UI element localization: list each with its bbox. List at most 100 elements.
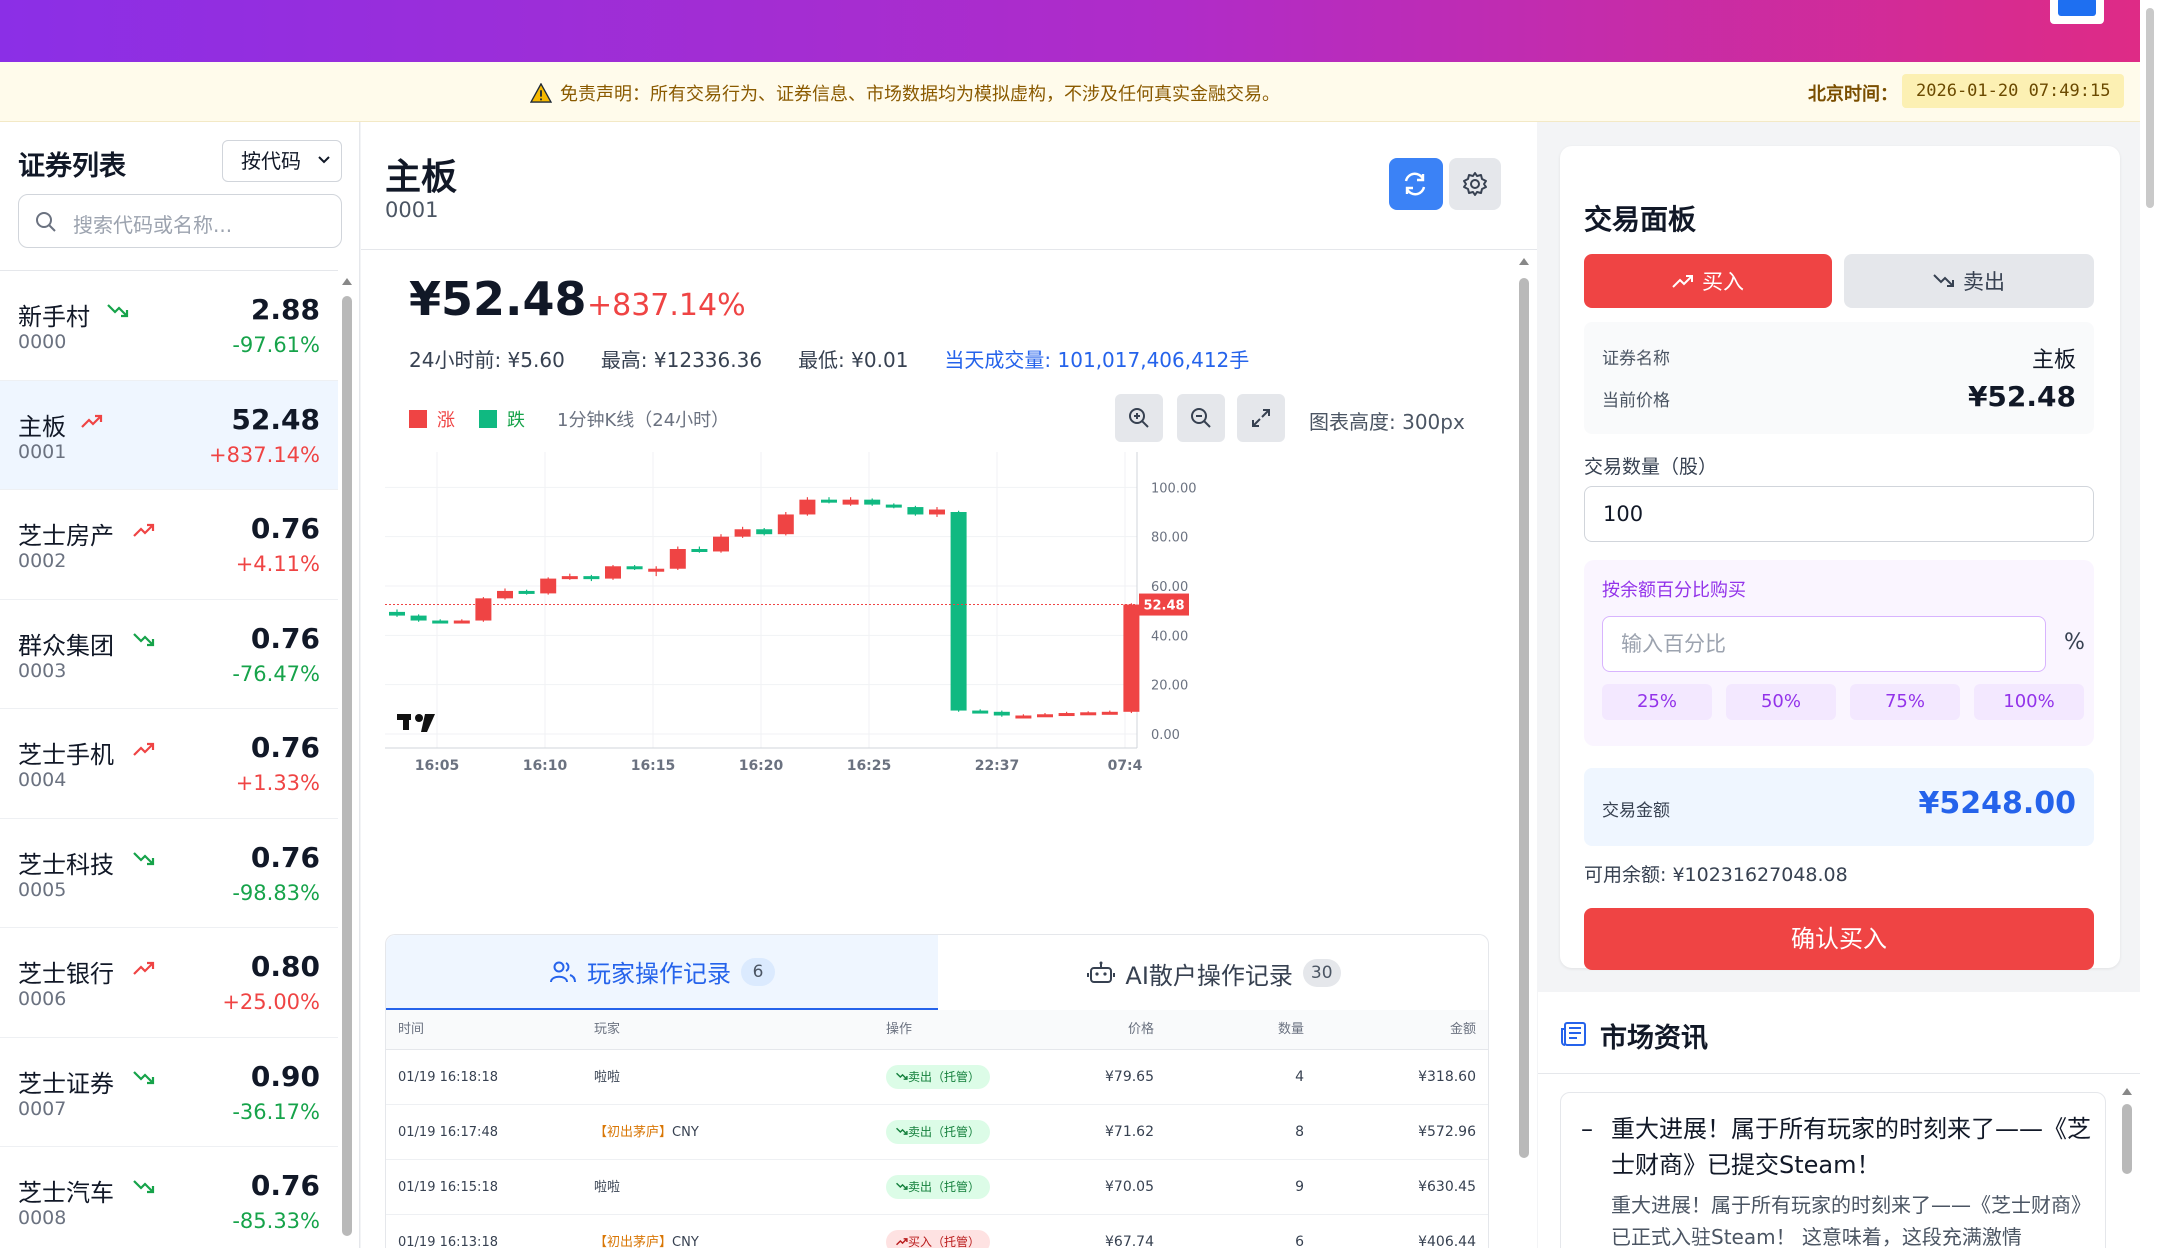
player-name: CNY [672, 1125, 699, 1140]
chart-panel-scrollbar[interactable] [1517, 258, 1531, 1158]
record-time: 01/19 16:15:18 [398, 1180, 498, 1195]
sort-select-value: 按代码 [241, 149, 301, 173]
chart-legend: 涨 跌 1分钟K线（24小时） [409, 406, 729, 432]
stock-change: -76.47% [232, 661, 320, 686]
percent-75-button[interactable]: 75% [1850, 684, 1960, 720]
tab-ai-records-label: AI散户操作记录 [1125, 961, 1293, 990]
stock-code: 0005 [18, 878, 67, 901]
scroll-up-arrow[interactable] [1519, 258, 1529, 265]
sort-select[interactable]: 按代码 [222, 140, 342, 182]
record-price: ¥79.65 [1105, 1069, 1154, 1085]
trending-down-icon [1933, 274, 1954, 287]
header-price: 价格 [1127, 1022, 1154, 1037]
search-input[interactable]: 搜索代码或名称... [18, 194, 342, 248]
corner-app-button[interactable] [2050, 0, 2104, 24]
stock-list-panel: 证券列表 按代码 搜索代码或名称... 新手村 0000 2.88 -97.61% 主板… [0, 122, 360, 1248]
record-price: ¥67.74 [1105, 1234, 1154, 1248]
news-item[interactable]: – 重大进展！属于所有玩家的时刻来了——《芝士财商》已提交Steam！ 重大进展… [1560, 1092, 2106, 1248]
buy-tab-button[interactable]: 买入 [1584, 254, 1832, 308]
sell-tab-button[interactable]: 卖出 [1844, 254, 2094, 308]
stock-item-0001[interactable]: 主板 0001 52.48 +837.14% [0, 380, 338, 490]
legend-down-label: 跌 [507, 410, 525, 431]
stock-item-0008[interactable]: 芝士汽车 0008 0.76 -85.33% [0, 1147, 338, 1248]
candlestick-chart[interactable]: 0.0020.0040.0060.0080.00100.00120.0016:0… [385, 452, 1485, 922]
percent-input[interactable]: 输入百分比 [1602, 616, 2046, 672]
users-icon [550, 961, 576, 982]
tab-ai-records-count: 30 [1302, 959, 1341, 987]
stock-code: 0003 [18, 659, 67, 682]
stock-name: 芝士手机 [18, 741, 114, 769]
zoom-in-button[interactable] [1115, 394, 1163, 442]
trending-down-icon [133, 1180, 155, 1194]
percent-buy-label: 按余额百分比购买 [1602, 580, 1746, 601]
stock-price: 0.90 [250, 1059, 320, 1093]
stock-price: 0.76 [250, 512, 320, 545]
search-placeholder: 搜索代码或名称... [73, 213, 233, 237]
operation-badge: 卖出（托管） [886, 1175, 991, 1199]
percent-100-button[interactable]: 100% [1974, 684, 2084, 720]
scroll-up-arrow[interactable] [342, 278, 352, 285]
trade-panel: 交易面板 买入 卖出 证券名称 主板 当前价格 ¥52.48 交易数量（股） 1… [1560, 146, 2120, 970]
news-scrollbar[interactable] [2120, 1088, 2134, 1248]
player-title-prefix: 【初出茅庐】 [594, 1235, 673, 1248]
candle [518, 590, 535, 594]
candle [1123, 604, 1140, 712]
stock-code: 0001 [18, 440, 67, 463]
stock-list-title: 证券列表 [18, 151, 126, 182]
percent-25-button[interactable]: 25% [1602, 684, 1712, 720]
stock-list: 新手村 0000 2.88 -97.61% 主板 0001 52.48 +837.14% 芝士房… [0, 270, 338, 1248]
zoom-out-icon [1191, 408, 1211, 428]
stock-price: 0.76 [250, 1169, 320, 1202]
tab-player-records-count: 6 [741, 957, 775, 986]
candle [864, 499, 881, 505]
stock-list-scrollbar-thumb[interactable] [342, 296, 352, 1236]
trending-up-icon [81, 414, 103, 428]
stock-item-0002[interactable]: 芝士房产 0002 0.76 +4.11% [0, 490, 338, 600]
daily-volume: 当天成交量: 101,017,406,412手 [944, 348, 1250, 372]
settings-button[interactable] [1449, 158, 1501, 210]
candle [691, 549, 708, 552]
stock-item-0003[interactable]: 群众集团 0003 0.76 -76.47% [0, 600, 338, 709]
fullscreen-button[interactable] [1237, 394, 1285, 442]
candle [821, 499, 837, 503]
scroll-up-arrow[interactable] [2122, 1088, 2132, 1095]
zoom-out-button[interactable] [1177, 394, 1225, 442]
header-time: 时间 [398, 1022, 425, 1037]
candle [929, 509, 945, 515]
header-operation: 操作 [886, 1022, 913, 1037]
chart-panel-scrollbar-thumb[interactable] [1519, 278, 1529, 1158]
percent-50-button[interactable]: 50% [1726, 684, 1836, 720]
tab-ai-records[interactable]: AI散户操作记录 30 [938, 935, 1490, 1011]
quantity-input[interactable]: 100 [1584, 486, 2094, 542]
header-quantity: 数量 [1277, 1022, 1304, 1037]
y-tick-label: 100.00 [1151, 481, 1197, 496]
refresh-button[interactable] [1389, 158, 1443, 210]
stock-item-0006[interactable]: 芝士银行 0006 0.80 +25.00% [0, 928, 338, 1038]
stock-list-scrollbar[interactable] [340, 278, 354, 1248]
stock-item-0000[interactable]: 新手村 0000 2.88 -97.61% [0, 271, 338, 381]
stock-code: 0006 [18, 988, 67, 1010]
newspaper-icon [1561, 1022, 1586, 1046]
stock-change: -98.83% [232, 880, 320, 905]
stock-change: +25.00% [222, 990, 320, 1014]
stock-item-0007[interactable]: 芝士证券 0007 0.90 -36.17% [0, 1038, 338, 1147]
record-operation: 卖出（托管） [886, 1050, 991, 1105]
x-tick-label: 16:25 [847, 758, 892, 774]
table-row: 01/19 16:18:18 啦啦 卖出（托管） ¥79.65 4 ¥318.60 [386, 1050, 1488, 1105]
news-scrollbar-thumb[interactable] [2122, 1104, 2132, 1174]
confirm-buy-button[interactable]: 确认买入 [1584, 908, 2094, 970]
x-tick-label: 16:20 [739, 758, 784, 774]
operation-badge: 买入（托管） [886, 1230, 991, 1248]
disclaimer-text: 免责声明：所有交易行为、证券信息、市场数据均为模拟虚构，不涉及任何真实金融交易。 [560, 84, 1280, 105]
stock-title: 主板 [385, 157, 458, 198]
market-news-panel: 市场资讯 – 重大进展！属于所有玩家的时刻来了——《芝士财商》已提交Steam！… [1538, 992, 2140, 1248]
stock-code: 0001 [385, 198, 439, 222]
candle [842, 499, 859, 505]
stock-item-0005[interactable]: 芝士科技 0005 0.76 -98.83% [0, 819, 338, 928]
beijing-time-label: 北京时间： [1808, 84, 1898, 105]
stock-item-0004[interactable]: 芝士手机 0004 0.76 +1.33% [0, 709, 338, 819]
page-scrollbar[interactable] [2140, 0, 2160, 1248]
tab-player-records[interactable]: 玩家操作记录 6 [386, 935, 938, 1011]
gear-icon [1463, 172, 1487, 196]
page-scrollbar-thumb[interactable] [2146, 8, 2154, 208]
